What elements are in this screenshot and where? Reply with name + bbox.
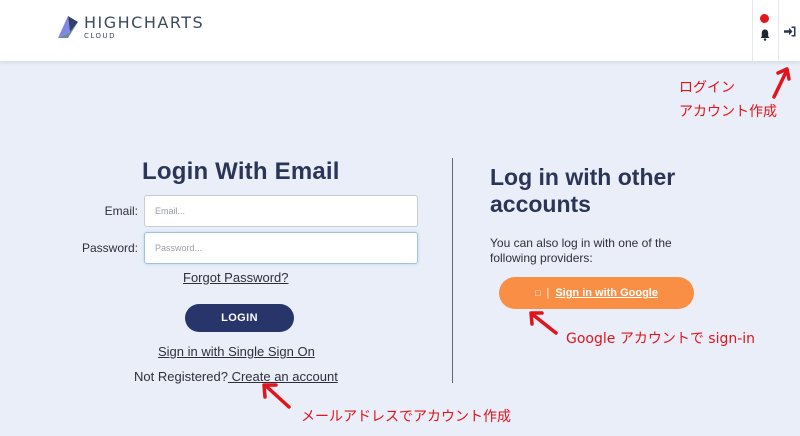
google-icon: □ — [535, 288, 541, 298]
password-input[interactable] — [144, 232, 418, 264]
highcharts-cloud-logo[interactable]: HIGHCHARTS CLOUD — [56, 14, 204, 40]
google-sign-in-label: Sign in with Google — [555, 287, 658, 299]
not-registered-text: Not Registered? — [134, 369, 228, 384]
other-login-description: You can also log in with one of the foll… — [490, 236, 672, 265]
arrow-to-create-account — [262, 383, 291, 409]
login-annotation-line2: アカウント作成 — [679, 104, 777, 120]
google-separator: | — [546, 287, 550, 299]
arrow-to-login-icon — [772, 67, 791, 99]
password-label: Password: — [81, 241, 138, 255]
other-login-title: Log in with other accounts — [490, 164, 676, 217]
email-row: Email: — [60, 195, 418, 227]
mail-annotation: メールアドレスでアカウント作成 — [301, 409, 511, 425]
login-annotation-line1: ログイン — [679, 80, 735, 96]
single-sign-on-link[interactable]: Sign in with Single Sign On — [158, 344, 315, 359]
sign-in-icon — [783, 26, 795, 36]
top-header: HIGHCHARTS CLOUD — [0, 0, 800, 62]
email-login-title: Login With Email — [142, 158, 340, 185]
email-label: Email: — [104, 204, 138, 218]
google-annotation: Google アカウントで sign-in — [566, 331, 756, 347]
logo-title: HIGHCHARTS — [84, 12, 205, 32]
vertical-divider — [452, 158, 453, 383]
notification-dot — [760, 14, 769, 23]
login-button[interactable] — [778, 0, 800, 62]
forgot-password-link[interactable]: Forgot Password? — [183, 270, 289, 285]
notifications-button[interactable] — [752, 0, 777, 62]
not-registered-line: Not Registered? Create an account — [134, 369, 338, 384]
login-button-primary[interactable]: LOGIN — [185, 304, 294, 332]
arrow-to-google-button — [529, 311, 558, 335]
logo-subtitle: CLOUD — [84, 31, 117, 40]
login-annotation: ログイン アカウント作成 — [679, 76, 777, 124]
highcharts-logo-icon — [58, 16, 78, 38]
password-row: Password: — [60, 232, 418, 264]
bell-icon — [760, 29, 770, 41]
email-input[interactable] — [144, 195, 418, 227]
google-sign-in-button[interactable]: □ | Sign in with Google — [499, 277, 694, 309]
